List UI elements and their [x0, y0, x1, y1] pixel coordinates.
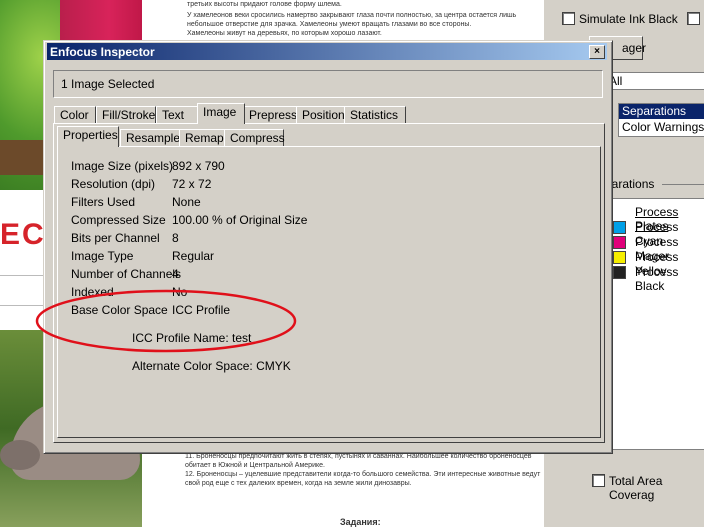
subtab-properties[interactable]: Properties — [57, 126, 119, 147]
annotation-ellipse — [35, 289, 297, 353]
tab-image[interactable]: Image — [197, 103, 245, 124]
